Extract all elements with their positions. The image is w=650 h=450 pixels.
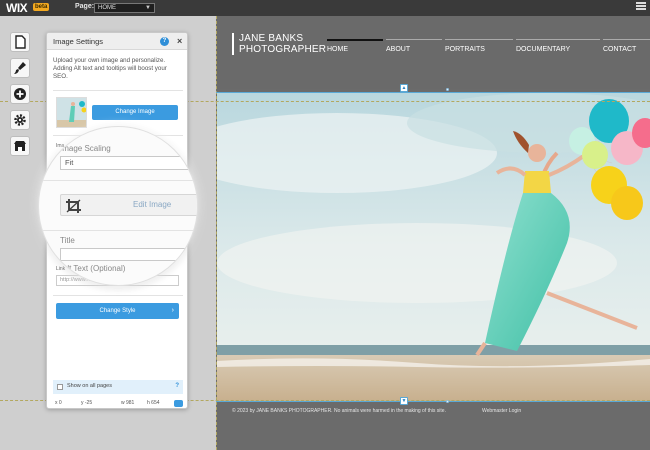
nav-home[interactable]: HOME bbox=[327, 39, 383, 59]
resize-handle-top[interactable]: ▲ bbox=[400, 84, 408, 92]
pages-button[interactable] bbox=[10, 32, 30, 52]
brand-line-1: JANE BANKS bbox=[239, 33, 304, 44]
nav-about[interactable]: ABOUT bbox=[386, 39, 442, 59]
wix-logo[interactable]: WIX bbox=[6, 1, 28, 15]
show-on-all-pages-checkbox[interactable] bbox=[57, 384, 63, 390]
left-toolbar bbox=[10, 32, 32, 162]
anchor-dot[interactable] bbox=[446, 88, 449, 91]
anchor-dot[interactable] bbox=[446, 400, 449, 403]
panel-title: Image Settings bbox=[53, 37, 104, 46]
settings-button[interactable] bbox=[10, 110, 30, 130]
store-icon bbox=[14, 141, 26, 151]
divider bbox=[39, 180, 197, 181]
market-button[interactable] bbox=[10, 136, 30, 156]
divider bbox=[53, 90, 183, 91]
selection-bottom-edge bbox=[216, 401, 650, 402]
page-icon bbox=[15, 35, 26, 49]
image-scaling-select[interactable]: Fit bbox=[60, 156, 197, 170]
title-input[interactable] bbox=[60, 248, 197, 261]
vertical-guide-left[interactable] bbox=[216, 16, 217, 450]
coord-w[interactable]: w 981 bbox=[121, 400, 134, 406]
add-button[interactable] bbox=[10, 84, 30, 104]
title-label: Title bbox=[60, 236, 75, 245]
lock-ratio-icon[interactable] bbox=[174, 400, 183, 407]
selection-top-edge bbox=[216, 92, 650, 93]
brand-line-2: PHOTOGRAPHER bbox=[239, 44, 327, 55]
beta-badge: beta bbox=[33, 3, 50, 11]
webmaster-login-link[interactable]: Webmaster Login bbox=[482, 408, 521, 414]
zoom-magnifier: Image Scaling Fit Edit Image Title Alt T… bbox=[38, 126, 198, 286]
site-nav: HOME ABOUT PORTRAITS DOCUMENTARY CONTACT bbox=[327, 39, 650, 59]
divider bbox=[39, 230, 197, 231]
crop-icon bbox=[66, 199, 81, 213]
site-main-image[interactable] bbox=[217, 93, 650, 401]
divider bbox=[53, 295, 183, 296]
image-thumbnail[interactable] bbox=[56, 97, 87, 128]
design-button[interactable] bbox=[10, 58, 30, 78]
plus-icon bbox=[14, 88, 26, 100]
position-size-readout: x 0 y -25 w 981 h 654 bbox=[53, 399, 183, 408]
menu-icon[interactable] bbox=[636, 2, 646, 12]
brush-icon bbox=[14, 62, 26, 74]
chevron-down-icon: ▼ bbox=[145, 5, 151, 11]
coord-x[interactable]: x 0 bbox=[55, 400, 62, 406]
alt-text-label: Alt Text (Optional) bbox=[62, 264, 126, 273]
resize-handle-bottom[interactable]: ▼ bbox=[400, 397, 408, 405]
panel-description: Upload your own image and personalize. A… bbox=[53, 57, 167, 80]
site-brand[interactable]: JANE BANKS PHOTOGRAPHER bbox=[232, 33, 326, 55]
show-on-all-pages-label: Show on all pages bbox=[67, 383, 112, 389]
page-select-value: HOME bbox=[98, 5, 116, 11]
close-icon[interactable]: × bbox=[177, 36, 182, 46]
help-icon[interactable]: ? bbox=[175, 383, 179, 389]
coord-h[interactable]: h 654 bbox=[147, 400, 160, 406]
site-footer-text: © 2023 by JANE BANKS PHOTOGRAPHER. No an… bbox=[232, 408, 446, 414]
page-select[interactable]: HOME ▼ bbox=[94, 3, 155, 13]
edit-image-label: Edit Image bbox=[133, 200, 172, 209]
page-label: Page: bbox=[75, 3, 95, 10]
nav-portraits[interactable]: PORTRAITS bbox=[445, 39, 513, 59]
nav-contact[interactable]: CONTACT bbox=[603, 39, 650, 59]
gear-icon bbox=[14, 114, 26, 126]
coord-y[interactable]: y -25 bbox=[81, 400, 92, 406]
help-icon[interactable]: ? bbox=[160, 37, 169, 46]
change-image-button[interactable]: Change Image bbox=[92, 105, 178, 120]
nav-documentary[interactable]: DOCUMENTARY bbox=[516, 39, 600, 59]
editor-top-bar: WIX beta Page: HOME ▼ bbox=[0, 0, 650, 16]
thumbnail-photo bbox=[57, 98, 86, 127]
change-style-button[interactable]: Change Style › bbox=[56, 303, 179, 319]
edit-image-button[interactable]: Edit Image bbox=[60, 194, 197, 216]
image-scaling-value: Fit bbox=[65, 158, 74, 167]
beach-photo bbox=[217, 93, 650, 401]
chevron-right-icon: › bbox=[171, 307, 174, 314]
image-scaling-label: Image Scaling bbox=[60, 144, 111, 153]
show-on-all-pages-row: Show on all pages ? bbox=[53, 380, 183, 394]
panel-header[interactable]: Image Settings ? × bbox=[47, 33, 187, 50]
change-style-label: Change Style bbox=[99, 308, 136, 314]
